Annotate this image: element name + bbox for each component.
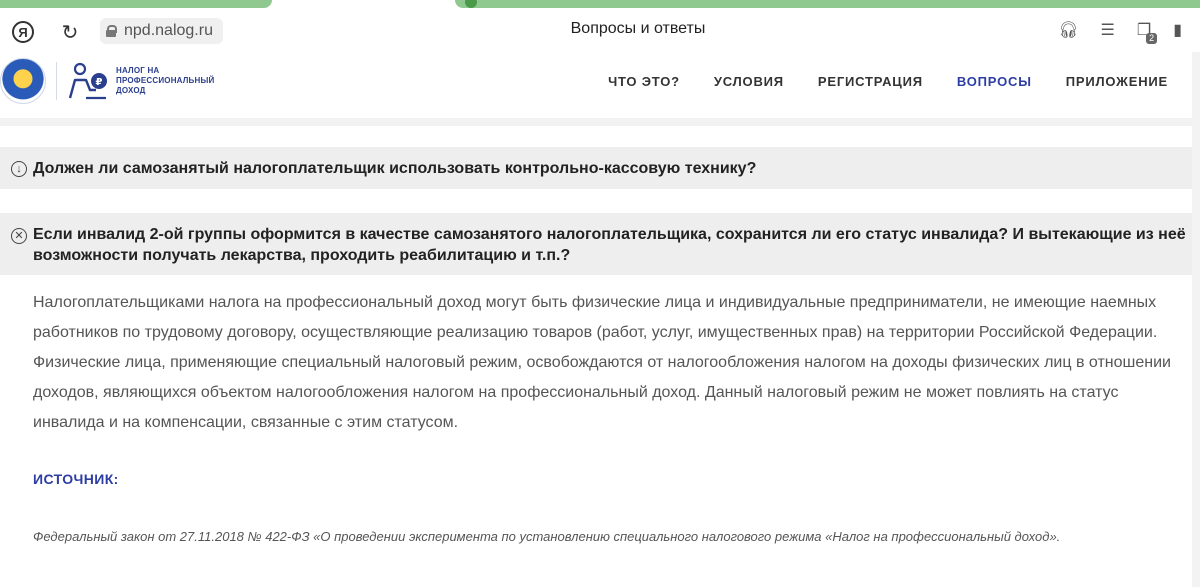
browser-tab[interactable]	[0, 0, 272, 8]
browser-toolbar: Я ↻ npd.nalog.ru Вопросы и ответы 🎧︎ ☰ ❐…	[0, 10, 1200, 52]
browser-page-title: Вопросы и ответы	[570, 20, 706, 37]
source-text: Федеральный закон от 27.11.2018 № 422-ФЗ…	[33, 529, 1061, 544]
source-label: ИСТОЧНИК:	[33, 471, 119, 487]
nav-item-conditions[interactable]: УСЛОВИЯ	[714, 74, 784, 89]
reader-icon[interactable]: ☰	[1101, 20, 1115, 40]
faq-question[interactable]: ↓ Должен ли самозанятый налогоплательщик…	[0, 147, 1200, 189]
tabs-count-badge: 2	[1146, 33, 1158, 44]
site-header: ₽ НАЛОГ НА ПРОФЕССИОНАЛЬНЫЙ ДОХОД ЧТО ЭТ…	[0, 52, 1200, 118]
collapse-icon[interactable]: ✕	[11, 228, 27, 244]
browser-tab-active[interactable]	[455, 0, 1200, 8]
page-scrollbar[interactable]	[1192, 52, 1200, 587]
tab-favicon-icon	[465, 0, 477, 8]
nav-item-what[interactable]: ЧТО ЭТО?	[608, 74, 680, 89]
faq-question-expanded[interactable]: ✕ Если инвалид 2-ой группы оформится в к…	[0, 213, 1200, 275]
header-divider	[56, 62, 57, 100]
faq-answer: Налогоплательщиками налога на профессион…	[33, 294, 1171, 431]
faq-question-text[interactable]: Должен ли самозанятый налогоплательщик и…	[33, 147, 766, 179]
browser-actions: 🎧︎ ☰ ❐ 2 ▮	[1058, 20, 1182, 44]
fns-emblem-icon[interactable]	[0, 58, 46, 104]
svg-text:₽: ₽	[96, 77, 103, 88]
npd-logo-text: НАЛОГ НА ПРОФЕССИОНАЛЬНЫЙ ДОХОД	[116, 66, 215, 95]
nav-item-registration[interactable]: РЕГИСТРАЦИЯ	[818, 74, 923, 89]
headphones-icon[interactable]: 🎧︎	[1058, 20, 1078, 40]
faq-question-text[interactable]: Если инвалид 2-ой группы оформится в кач…	[33, 213, 1200, 266]
bookmark-icon[interactable]: ▮	[1173, 20, 1182, 40]
npd-logo-icon[interactable]: ₽	[66, 60, 112, 102]
nav-item-app[interactable]: ПРИЛОЖЕНИЕ	[1066, 74, 1168, 89]
nav-item-questions[interactable]: ВОПРОСЫ	[957, 74, 1032, 89]
main-nav: ЧТО ЭТО? УСЛОВИЯ РЕГИСТРАЦИЯ ВОПРОСЫ ПРИ…	[608, 74, 1168, 89]
browser-tab-strip	[0, 0, 1200, 10]
expand-icon[interactable]: ↓	[11, 161, 27, 177]
tabs-icon[interactable]: ❐ 2	[1137, 20, 1158, 44]
faq-prev-item-edge	[0, 118, 1200, 126]
